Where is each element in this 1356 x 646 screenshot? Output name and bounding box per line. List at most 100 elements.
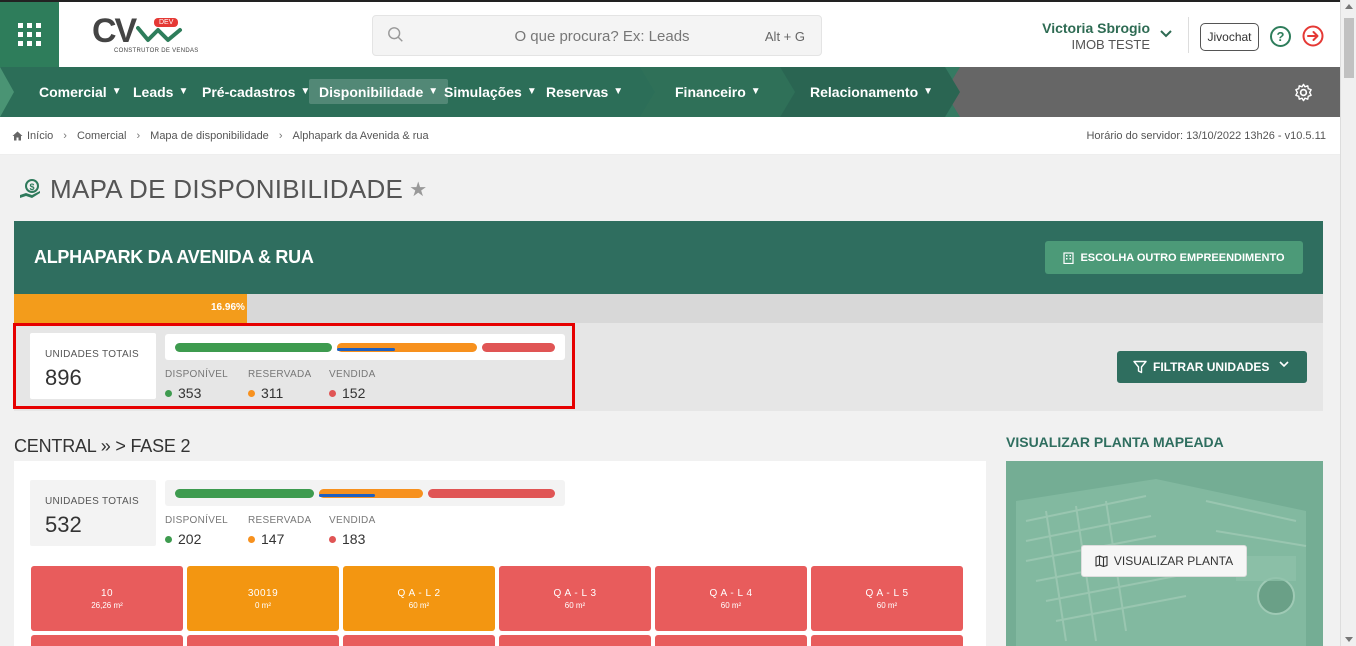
divider — [1188, 17, 1189, 53]
section-total-card: UNIDADES TOTAIS 532 — [30, 480, 156, 546]
unit-card[interactable]: Q A - L 4 60 m² — [655, 566, 807, 631]
red-dot-icon — [329, 535, 336, 543]
nav-item-leads[interactable]: Leads ▼ — [123, 79, 198, 104]
view-plan-button[interactable]: VISUALIZAR PLANTA — [1081, 545, 1247, 577]
unit-code: 10 — [100, 588, 114, 599]
unit-card[interactable] — [811, 635, 963, 646]
choose-project-button[interactable]: ESCOLHA OUTRO EMPREENDIMENTO — [1045, 241, 1303, 274]
nav-label: Simulações — [444, 83, 522, 100]
total-units-value: 532 — [45, 512, 82, 537]
logo-subtitle: CONSTRUTOR DE VENDAS — [114, 48, 199, 54]
unit-card[interactable] — [343, 635, 495, 646]
legend-value: 183 — [342, 531, 366, 547]
scroll-down-icon[interactable] — [1345, 637, 1353, 642]
breadcrumb: Início › Comercial › Mapa de disponibili… — [12, 130, 429, 142]
nav-item-comercial[interactable]: Comercial ▼ — [29, 79, 132, 104]
units-grid-next-row — [31, 635, 963, 646]
legend-label: VENDIDA — [329, 515, 376, 526]
unit-card[interactable]: 10 26,26 m² — [31, 566, 183, 631]
unit-card[interactable] — [187, 635, 339, 646]
nav-item-financeiro[interactable]: Financeiro ▼ — [665, 79, 771, 104]
map-icon — [1095, 555, 1108, 567]
breadcrumb-item-current: Alphapark da Avenida & rua — [292, 130, 429, 142]
nav-label: Reservas — [546, 83, 609, 100]
breadcrumb-item[interactable]: Comercial — [77, 130, 127, 142]
scroll-up-icon[interactable] — [1345, 4, 1353, 9]
unit-area: 26,26 m² — [91, 601, 123, 610]
nav-item-disponibilidade[interactable]: Disponibilidade ▼ — [309, 79, 449, 104]
money-hand-icon: $ — [20, 178, 40, 198]
nav-label: Financeiro — [675, 83, 746, 100]
chevron-right-icon: › — [278, 130, 283, 142]
nav-item-reservas[interactable]: Reservas ▼ — [536, 79, 633, 104]
home-icon[interactable]: Início — [12, 130, 53, 142]
breadcrumb-item[interactable]: Mapa de disponibilidade — [150, 130, 269, 142]
sales-progress-bar: 16.96% — [14, 294, 1323, 323]
green-dot-icon — [165, 535, 172, 543]
nav-item-relacionamento[interactable]: Relacionamento ▼ — [800, 79, 943, 104]
chevron-down-icon: ▼ — [923, 86, 934, 97]
total-units-label: UNIDADES TOTAIS — [45, 496, 139, 507]
unit-card[interactable] — [499, 635, 651, 646]
unit-card[interactable]: 30019 0 m² — [187, 566, 339, 631]
nav-label: Comercial — [39, 83, 107, 100]
nav-label: Leads — [133, 83, 174, 100]
nav-item-simulacoes[interactable]: Simulações ▼ — [434, 79, 547, 104]
legend-reservada: RESERVADA 147 — [248, 515, 338, 547]
bar-vendida[interactable] — [428, 489, 555, 498]
logo-badge: DEV — [154, 18, 179, 27]
unit-card[interactable]: Q A - L 2 60 m² — [343, 566, 495, 631]
unit-code: 30019 — [247, 588, 279, 599]
unit-card[interactable]: Q A - L 5 60 m² — [811, 566, 963, 631]
units-grid: 10 26,26 m² 30019 0 m² Q A - L 2 60 m² Q A … — [31, 566, 963, 631]
chevron-down-icon[interactable] — [1160, 30, 1172, 38]
unit-card[interactable] — [655, 635, 807, 646]
nav-label: Disponibilidade — [319, 83, 424, 100]
legend-label: RESERVADA — [248, 515, 312, 526]
page-title-text: MAPA DE DISPONIBILIDADE — [50, 174, 404, 204]
house-icon — [12, 131, 23, 141]
bar-reservada-sub — [319, 494, 375, 497]
unit-area: 60 m² — [408, 601, 430, 610]
page-scrollbar[interactable] — [1340, 0, 1356, 646]
filter-units-label: FILTRAR UNIDADES — [1153, 360, 1270, 374]
main-nav: Comercial ▼ Leads ▼ Pré-cadastros ▼ Disponi… — [0, 67, 1340, 117]
logo-wave-icon — [136, 26, 182, 42]
mapped-plan-preview[interactable]: VISUALIZAR PLANTA — [1006, 461, 1323, 646]
jivochat-button[interactable]: Jivochat — [1200, 23, 1259, 51]
highlight-box — [13, 323, 575, 409]
section-title: CENTRAL » > FASE 2 — [14, 436, 191, 456]
filter-units-button[interactable]: FILTRAR UNIDADES — [1117, 351, 1307, 383]
unit-card[interactable] — [31, 635, 183, 646]
choose-project-label: ESCOLHA OUTRO EMPREENDIMENTO — [1080, 251, 1285, 264]
orange-dot-icon — [248, 535, 255, 543]
logout-icon[interactable] — [1302, 25, 1324, 47]
legend-value: 202 — [178, 531, 202, 547]
help-icon[interactable]: ? — [1270, 26, 1291, 47]
project-header: ALPHAPARK DA AVENIDA & RUA ESCOLHA OUTRO… — [14, 221, 1323, 294]
star-icon[interactable]: ★ — [409, 177, 427, 202]
logo[interactable]: CV DEV CONSTRUTOR DE VENDAS — [92, 14, 198, 56]
bar-disponivel[interactable] — [175, 489, 314, 498]
scroll-thumb[interactable] — [1344, 18, 1354, 78]
chevron-down-icon: ▼ — [178, 86, 189, 97]
unit-area: 60 m² — [720, 601, 742, 610]
server-time: Horário do servidor: 13/10/2022 13h26 - … — [1086, 130, 1326, 142]
map-title: VISUALIZAR PLANTA MAPEADA — [1006, 434, 1224, 450]
nav-label: Relacionamento — [810, 83, 919, 100]
top-header: CV DEV CONSTRUTOR DE VENDAS O que procur… — [0, 0, 1340, 67]
unit-area: 60 m² — [564, 601, 586, 610]
unit-area: 60 m² — [876, 601, 898, 610]
gear-icon[interactable] — [1294, 83, 1313, 102]
chevron-down-icon: ▼ — [111, 86, 122, 97]
search-input[interactable]: O que procura? Ex: Leads Alt + G — [372, 15, 822, 56]
unit-card[interactable]: Q A - L 3 60 m² — [499, 566, 651, 631]
apps-menu-button[interactable] — [0, 2, 59, 67]
unit-code: Q A - L 2 — [397, 588, 441, 599]
nav-item-pre-cadastros[interactable]: Pré-cadastros ▼ — [192, 79, 320, 104]
svg-text:$: $ — [29, 182, 34, 192]
user-menu[interactable]: Victoria Sbrogio IMOB TESTE — [1042, 20, 1150, 52]
chevron-down-icon: ▼ — [750, 86, 761, 97]
view-plan-label: VISUALIZAR PLANTA — [1113, 554, 1234, 568]
user-name: Victoria Sbrogio — [1042, 20, 1150, 36]
